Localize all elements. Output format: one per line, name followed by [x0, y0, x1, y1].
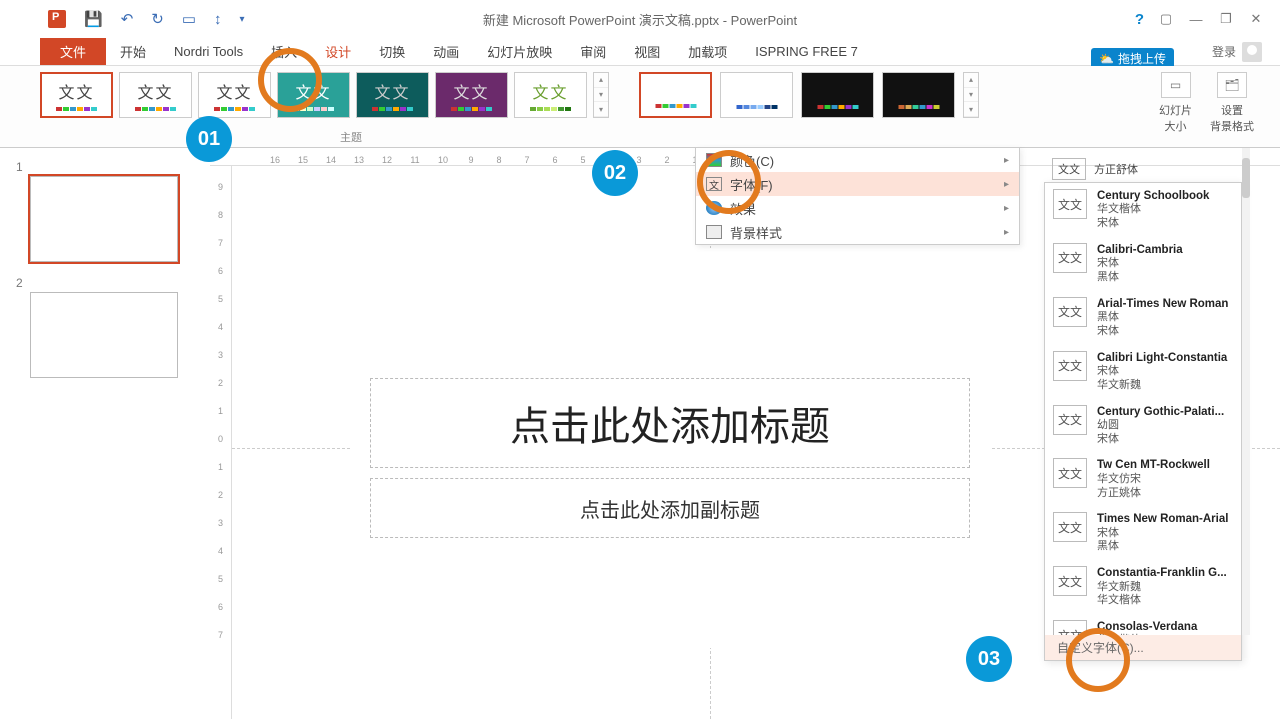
- background-icon: [706, 225, 722, 239]
- ruler-vertical: 98765432101234567: [210, 166, 232, 719]
- chevron-right-icon: ▸: [1004, 227, 1009, 238]
- format-background-button[interactable]: 🗂设置 背景格式: [1210, 72, 1254, 134]
- minimize-icon[interactable]: —: [1184, 8, 1208, 30]
- annotation-ring-1: [258, 48, 322, 112]
- variants-gallery: ▴▾▾: [639, 72, 979, 118]
- slide-thumb-1[interactable]: [30, 176, 178, 262]
- start-from-beginning-icon[interactable]: ▭: [182, 10, 196, 28]
- theme-5[interactable]: 文文: [356, 72, 429, 118]
- chevron-right-icon: ▸: [1004, 179, 1009, 190]
- tab-transitions[interactable]: 切换: [365, 38, 419, 65]
- restore-icon[interactable]: ❐: [1214, 8, 1238, 30]
- font-option[interactable]: 文文Tw Cen MT-Rockwell华文仿宋方正姚体: [1045, 452, 1241, 506]
- qat-more-icon[interactable]: ▾: [240, 14, 245, 25]
- close-icon[interactable]: ✕: [1244, 8, 1268, 30]
- title-bar: 💾 ↶ ↻ ▭ ↕ ▾ 新建 Microsoft PowerPoint 演示文稿…: [0, 0, 1280, 38]
- window-controls: ? ▢ — ❐ ✕: [1135, 8, 1280, 30]
- help-icon[interactable]: ?: [1135, 11, 1144, 28]
- font-option[interactable]: 文文Times New Roman-Arial宋体黑体: [1045, 506, 1241, 560]
- font-option[interactable]: 文文Century Schoolbook华文楷体宋体: [1045, 183, 1241, 237]
- upload-icon: ⛅: [1099, 52, 1114, 66]
- tab-addins[interactable]: 加载项: [674, 38, 741, 65]
- theme-2[interactable]: 文文: [119, 72, 192, 118]
- font-preview-icon: 文文: [1053, 243, 1087, 273]
- font-preview-icon: 文文: [1053, 189, 1087, 219]
- variants-more-button[interactable]: ▴▾▾: [963, 72, 979, 118]
- menu-background[interactable]: 背景样式▸: [696, 220, 1019, 244]
- variant-3[interactable]: [801, 72, 874, 118]
- save-icon[interactable]: 💾: [84, 10, 103, 28]
- format-background-icon: 🗂: [1217, 72, 1247, 98]
- ribbon-tabs: 文件 开始 Nordri Tools 插入 设计 切换 动画 幻灯片放映 审阅 …: [0, 38, 1280, 66]
- annotation-01: 01: [186, 116, 232, 162]
- theme-7[interactable]: 文文: [514, 72, 587, 118]
- slide-thumbnails-panel: 1 2: [0, 148, 210, 719]
- font-option[interactable]: 文文Century Gothic-Palati...幼圆宋体: [1045, 399, 1241, 453]
- font-preview-icon: 文文: [1052, 158, 1086, 180]
- window-title: 新建 Microsoft PowerPoint 演示文稿.pptx - Powe…: [483, 10, 797, 29]
- tab-file[interactable]: 文件: [40, 38, 106, 65]
- touch-mode-icon[interactable]: ↕: [214, 11, 222, 28]
- font-option[interactable]: 文文Calibri-Cambria宋体黑体: [1045, 237, 1241, 291]
- font-row-top[interactable]: 文文 方正舒体: [1044, 158, 1242, 180]
- slide-canvas[interactable]: 点击此处添加标题 点击此处添加副标题: [350, 248, 990, 648]
- group-themes-label: 主题: [340, 129, 362, 145]
- chevron-right-icon: ▸: [1004, 155, 1009, 166]
- annotation-02: 02: [592, 150, 638, 196]
- font-preview-icon: 文文: [1053, 512, 1087, 542]
- annotation-ring-2: [697, 150, 761, 214]
- annotation-03: 03: [966, 636, 1012, 682]
- font-preview-icon: 文文: [1053, 351, 1087, 381]
- themes-more-button[interactable]: ▴▾▾: [593, 72, 609, 118]
- annotation-ring-3: [1066, 628, 1130, 692]
- font-preview-icon: 文文: [1053, 458, 1087, 488]
- tab-slideshow[interactable]: 幻灯片放映: [473, 38, 566, 65]
- font-option[interactable]: 文文Arial-Times New Roman黑体宋体: [1045, 291, 1241, 345]
- tab-nordri[interactable]: Nordri Tools: [160, 38, 257, 65]
- title-placeholder[interactable]: 点击此处添加标题: [370, 378, 970, 468]
- slide-size-button[interactable]: ▭幻灯片 大小: [1159, 72, 1192, 134]
- tab-home[interactable]: 开始: [106, 38, 160, 65]
- fonts-scrollbar[interactable]: [1242, 148, 1250, 635]
- font-option[interactable]: 文文Calibri Light-Constantia宋体华文新魏: [1045, 345, 1241, 399]
- slide-size-icon: ▭: [1161, 72, 1191, 98]
- font-preview-icon: 文文: [1053, 405, 1087, 435]
- font-option[interactable]: 文文Constantia-Franklin G...华文新魏华文楷体: [1045, 560, 1241, 614]
- themes-gallery: 文文 文文 文文 文文 文文 文文 文文 ▴▾▾: [40, 72, 609, 118]
- account-area[interactable]: 登录: [1212, 38, 1280, 65]
- tab-animations[interactable]: 动画: [419, 38, 473, 65]
- login-label: 登录: [1212, 43, 1236, 60]
- redo-icon[interactable]: ↻: [151, 10, 164, 28]
- fonts-flyout: 文文Century Schoolbook华文楷体宋体文文Calibri-Camb…: [1044, 182, 1242, 661]
- slide-number-1: 1: [16, 160, 210, 174]
- font-preview-icon: 文文: [1053, 297, 1087, 327]
- theme-office[interactable]: 文文: [40, 72, 113, 118]
- theme-6[interactable]: 文文: [435, 72, 508, 118]
- quick-access-toolbar: 💾 ↶ ↻ ▭ ↕ ▾: [0, 10, 245, 28]
- undo-icon[interactable]: ↶: [121, 10, 134, 28]
- tab-review[interactable]: 审阅: [566, 38, 620, 65]
- powerpoint-icon: [48, 10, 66, 28]
- scrollbar-thumb[interactable]: [1242, 158, 1250, 198]
- slide-thumb-2[interactable]: [30, 292, 178, 378]
- ribbon-right-group: ▭幻灯片 大小 🗂设置 背景格式: [1159, 72, 1272, 134]
- upload-label: 拖拽上传: [1118, 50, 1166, 67]
- subtitle-placeholder[interactable]: 点击此处添加副标题: [370, 478, 970, 538]
- variant-4[interactable]: [882, 72, 955, 118]
- tab-ispring[interactable]: ISPRING FREE 7: [741, 38, 872, 65]
- avatar-icon: [1242, 42, 1262, 62]
- variant-1[interactable]: [639, 72, 712, 118]
- variant-2[interactable]: [720, 72, 793, 118]
- tab-design[interactable]: 设计: [311, 38, 365, 65]
- ribbon-options-icon[interactable]: ▢: [1154, 8, 1178, 30]
- slide-number-2: 2: [16, 276, 210, 290]
- chevron-right-icon: ▸: [1004, 203, 1009, 214]
- tab-view[interactable]: 视图: [620, 38, 674, 65]
- font-preview-icon: 文文: [1053, 566, 1087, 596]
